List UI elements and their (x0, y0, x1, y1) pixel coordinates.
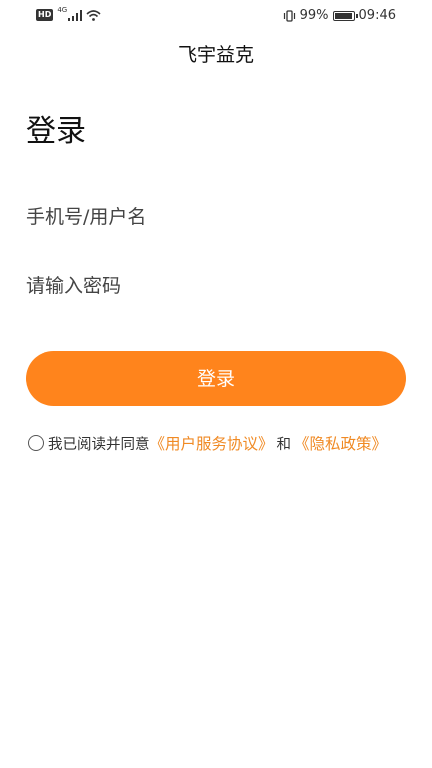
clock: 09:46 (358, 8, 396, 23)
privacy-policy-link[interactable]: 《隐私政策》 (294, 432, 387, 454)
agreement-row: 我已阅读并同意 《用户服务协议》 和 《隐私政策》 (28, 432, 387, 454)
phone-username-input[interactable] (26, 197, 406, 237)
status-left: HD 4G (36, 6, 101, 21)
wifi-icon (86, 9, 101, 21)
agreement-prefix: 我已阅读并同意 (48, 436, 150, 453)
login-button[interactable]: 登录 (26, 351, 406, 406)
page-title: 登录 (26, 114, 86, 149)
network-type: 4G (57, 6, 68, 14)
battery-fill (334, 12, 353, 19)
agreement-and: 和 (276, 436, 292, 453)
status-bar: HD 4G 99% 09:46 (0, 0, 432, 34)
hd-badge: HD (36, 9, 54, 21)
app-title: 飞宇益克 (177, 44, 254, 66)
agreement-radio[interactable] (28, 435, 44, 451)
user-agreement-link[interactable]: 《用户服务协议》 (150, 432, 274, 454)
battery-percent: 99% (299, 8, 329, 23)
signal-icon (68, 9, 83, 21)
password-input[interactable] (26, 266, 406, 306)
status-right: 99% 09:46 (283, 8, 396, 23)
login-screen: HD 4G 99% 09:46 飞宇益克 登录 手机号/用户名 登录 我已阅读并… (0, 0, 432, 768)
vibrate-icon (283, 9, 295, 22)
battery-icon (332, 10, 358, 21)
